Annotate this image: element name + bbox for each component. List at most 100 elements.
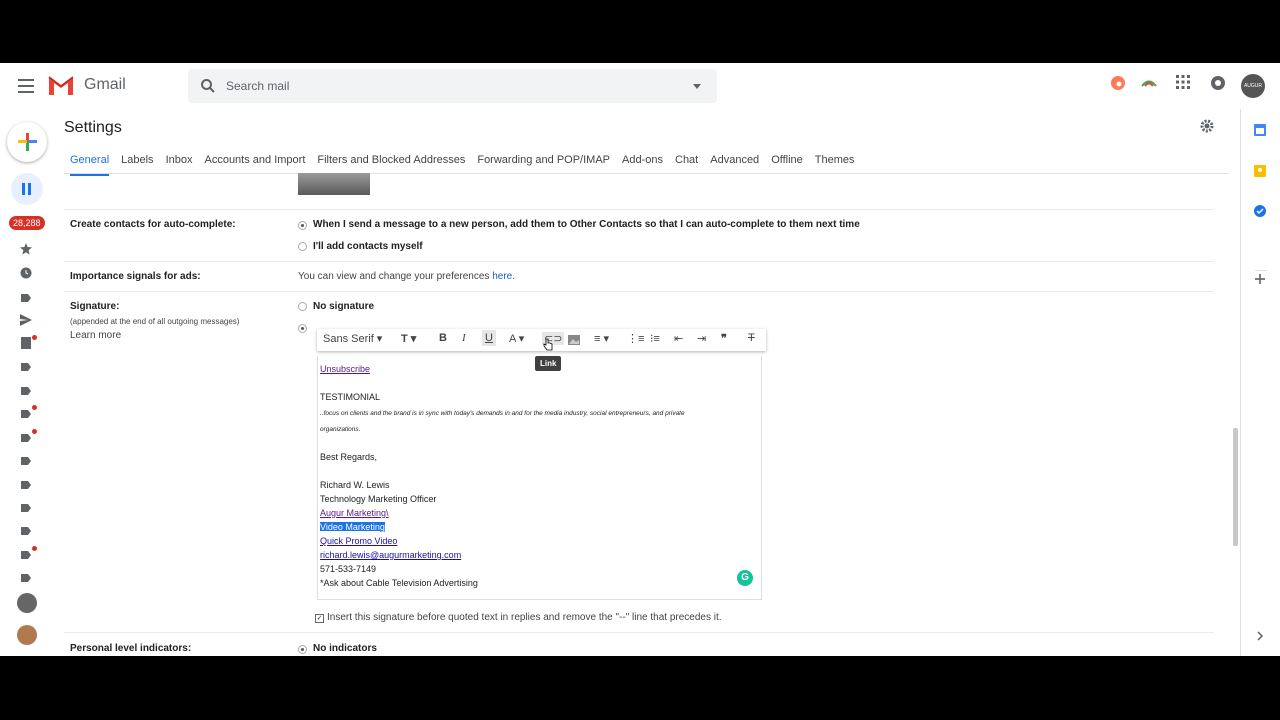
top-bar: Gmail Search mail AUGUR MARKETING — [0, 63, 1280, 113]
add-addon-plus-icon[interactable] — [1255, 274, 1265, 284]
ads-setting-label: Importance signals for ads: — [70, 271, 201, 282]
learn-more-link[interactable]: Learn more — [70, 330, 121, 341]
chevron-right-icon[interactable] — [1256, 631, 1264, 641]
indent-more-icon[interactable]: ⇥ — [697, 332, 706, 345]
font-family-dropdown[interactable]: Sans Serif ▾ — [323, 332, 382, 345]
contacts-setting-label: Create contacts for auto-complete: — [70, 219, 236, 230]
label-notification-dot — [32, 546, 37, 551]
tab-themes[interactable]: Themes — [815, 146, 855, 174]
profile-picture-thumbnail — [298, 173, 370, 195]
compose-button[interactable] — [7, 122, 47, 162]
signature-name: Richard W. Lewis — [320, 480, 390, 490]
no-signature-option[interactable]: No signature — [313, 301, 374, 312]
tab-accounts-and-import[interactable]: Accounts and Import — [204, 146, 305, 174]
search-options-icon[interactable] — [693, 84, 701, 89]
search-icon[interactable] — [200, 78, 216, 94]
unsubscribe-link[interactable]: Unsubscribe — [320, 364, 370, 374]
bold-icon[interactable]: B — [439, 332, 447, 344]
company-link[interactable]: Augur Marketing\ — [320, 508, 389, 518]
label-icon[interactable] — [21, 410, 31, 418]
signature-format-toolbar: Sans Serif ▾ T ▾ B I U A ▾ ⊂⊃ ≡ ▾ ⋮≡ ⁝≡ … — [317, 329, 766, 351]
signature-editor[interactable]: Unsubscribe TESTIMONIAL ..focus on clien… — [317, 356, 762, 600]
label-icon[interactable] — [21, 504, 31, 512]
tab-forwarding[interactable]: Forwarding and POP/IMAP — [477, 146, 610, 174]
notifications-bell-icon[interactable] — [1210, 75, 1226, 96]
text-color-icon[interactable]: A ▾ — [509, 332, 524, 345]
tab-filters[interactable]: Filters and Blocked Addresses — [317, 146, 465, 174]
signature-ask-line: *Ask about Cable Television Advertising — [320, 578, 478, 588]
tab-inbox[interactable]: Inbox — [166, 146, 193, 174]
label-notification-dot — [32, 405, 37, 410]
tab-chat[interactable]: Chat — [675, 146, 698, 174]
chat-contact-avatar[interactable] — [17, 625, 37, 645]
ads-text: You can view and change your preferences — [298, 271, 490, 282]
quote-icon[interactable]: ❞ — [721, 332, 727, 345]
sent-icon[interactable] — [20, 314, 32, 326]
unread-count-badge: 28,288 — [9, 216, 45, 230]
gmail-logo[interactable]: Gmail — [47, 74, 126, 96]
contacts-manual-option[interactable]: I'll add contacts myself — [313, 241, 423, 252]
apps-grid-icon[interactable] — [1176, 75, 1190, 94]
gear-icon[interactable] — [1200, 119, 1214, 133]
numbered-list-icon[interactable]: ⋮≡ — [627, 332, 644, 345]
label-icon[interactable] — [21, 574, 31, 582]
no-indicators-option[interactable]: No indicators — [313, 643, 377, 654]
label-icon[interactable] — [21, 363, 31, 371]
calendar-icon[interactable] — [1254, 124, 1266, 136]
align-icon[interactable]: ≡ ▾ — [594, 332, 609, 345]
drafts-icon[interactable] — [20, 337, 32, 349]
starred-icon[interactable] — [20, 243, 32, 255]
insert-signature-label: Insert this signature before quoted text… — [327, 612, 722, 623]
label-notification-dot — [32, 429, 37, 434]
email-link[interactable]: richard.lewis@augurmarketing.com — [320, 550, 461, 560]
search-bar[interactable]: Search mail — [188, 69, 717, 103]
label-icon[interactable] — [21, 387, 31, 395]
gmail-m-icon — [48, 76, 74, 95]
bulleted-list-icon[interactable]: ⁝≡ — [650, 332, 660, 345]
snoozed-clock-icon[interactable] — [20, 267, 32, 279]
drafts-notification-dot — [32, 335, 37, 340]
tab-add-ons[interactable]: Add-ons — [622, 146, 663, 174]
left-nav-rail: 28,288 — [0, 109, 53, 656]
label-icon[interactable] — [21, 551, 31, 559]
account-avatar[interactable]: AUGUR MARKETING — [1241, 74, 1271, 113]
tab-labels[interactable]: Labels — [121, 146, 153, 174]
no-signature-radio[interactable] — [298, 302, 307, 311]
important-icon[interactable] — [21, 294, 31, 302]
tab-advanced[interactable]: Advanced — [710, 146, 759, 174]
tab-offline[interactable]: Offline — [771, 146, 803, 174]
no-indicators-radio[interactable] — [298, 645, 307, 654]
custom-signature-radio[interactable] — [298, 324, 307, 333]
grammarly-icon[interactable]: G — [737, 570, 753, 586]
extension-icon[interactable] — [1140, 75, 1158, 96]
insert-signature-checkbox[interactable]: ✓ — [315, 614, 324, 623]
insert-image-icon[interactable] — [568, 335, 580, 345]
pause-inbox-button[interactable] — [11, 173, 43, 205]
chat-contact-avatar[interactable] — [17, 593, 37, 613]
label-icon[interactable] — [21, 434, 31, 442]
italic-icon[interactable]: I — [462, 332, 466, 344]
ads-preferences-link[interactable]: here — [492, 271, 512, 282]
contacts-manual-radio[interactable] — [298, 242, 307, 251]
main-menu-icon[interactable] — [18, 79, 34, 93]
indent-less-icon[interactable]: ⇤ — [674, 332, 683, 345]
remove-formatting-icon[interactable]: T — [748, 332, 755, 344]
search-input[interactable]: Search mail — [226, 79, 289, 93]
font-size-icon[interactable]: T ▾ — [401, 332, 416, 345]
tab-general[interactable]: General — [70, 146, 110, 176]
hubspot-icon[interactable] — [1110, 75, 1126, 96]
label-icon[interactable] — [21, 457, 31, 465]
tasks-icon[interactable] — [1254, 205, 1266, 217]
label-icon[interactable] — [21, 527, 31, 535]
underline-icon[interactable]: U — [482, 330, 496, 346]
contacts-auto-option[interactable]: When I send a message to a new person, a… — [313, 219, 860, 230]
label-icon[interactable] — [21, 481, 31, 489]
contacts-auto-radio[interactable] — [298, 221, 307, 230]
video-marketing-link-selected[interactable]: Video Marketing — [320, 522, 385, 532]
signature-role: Technology Marketing Officer — [320, 494, 437, 504]
page-title: Settings — [64, 119, 122, 136]
page-scrollbar[interactable] — [1233, 428, 1238, 546]
keep-icon[interactable] — [1254, 165, 1266, 177]
promo-video-link[interactable]: Quick Promo Video — [320, 536, 397, 546]
testimonial-heading: TESTIMONIAL — [320, 392, 381, 402]
